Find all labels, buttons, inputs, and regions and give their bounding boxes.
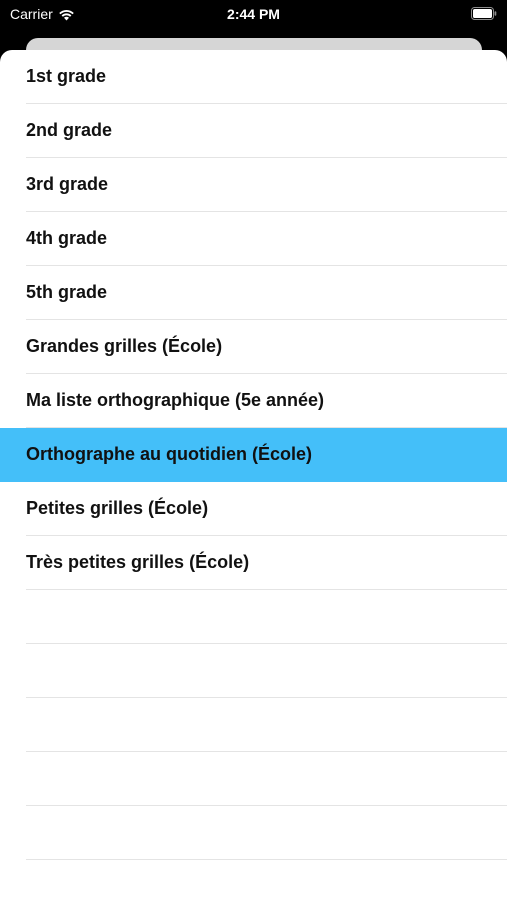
- clock: 2:44 PM: [227, 6, 280, 22]
- grade-picker-sheet: 1st grade 2nd grade 3rd grade 4th grade …: [0, 50, 507, 900]
- list-item-5th-grade[interactable]: 5th grade: [26, 266, 507, 320]
- empty-row: [26, 806, 507, 860]
- empty-row: [26, 590, 507, 644]
- list-item-label: Petites grilles (École): [26, 498, 209, 518]
- grade-list: 1st grade 2nd grade 3rd grade 4th grade …: [0, 50, 507, 860]
- list-item-label: 1st grade: [26, 66, 107, 86]
- empty-row: [26, 752, 507, 806]
- list-item-orthographe-au-quotidien-selected[interactable]: Orthographe au quotidien (École): [0, 428, 507, 482]
- list-item-1st-grade[interactable]: 1st grade: [26, 50, 507, 104]
- list-item-ma-liste-orthographique[interactable]: Ma liste orthographique (5e année): [26, 374, 507, 428]
- list-item-4th-grade[interactable]: 4th grade: [26, 212, 507, 266]
- list-item-label: 4th grade: [26, 228, 108, 248]
- list-item-label: Grandes grilles (École): [26, 336, 223, 356]
- list-item-petites-grilles[interactable]: Petites grilles (École): [26, 482, 507, 536]
- list-item-label: Très petites grilles (École): [26, 552, 250, 572]
- empty-row: [26, 644, 507, 698]
- list-item-tres-petites-grilles[interactable]: Très petites grilles (École): [26, 536, 507, 590]
- list-item-label: 2nd grade: [26, 120, 113, 140]
- list-item-2nd-grade[interactable]: 2nd grade: [26, 104, 507, 158]
- list-item-3rd-grade[interactable]: 3rd grade: [26, 158, 507, 212]
- list-item-label: Orthographe au quotidien (École): [26, 444, 313, 464]
- list-item-label: 3rd grade: [26, 174, 109, 194]
- list-item-label: Ma liste orthographique (5e année): [26, 390, 325, 410]
- battery-icon: [471, 7, 497, 20]
- empty-row: [26, 698, 507, 752]
- status-bar: Carrier 2:44 PM: [0, 0, 507, 30]
- list-item-grandes-grilles[interactable]: Grandes grilles (École): [26, 320, 507, 374]
- list-item-label: 5th grade: [26, 282, 108, 302]
